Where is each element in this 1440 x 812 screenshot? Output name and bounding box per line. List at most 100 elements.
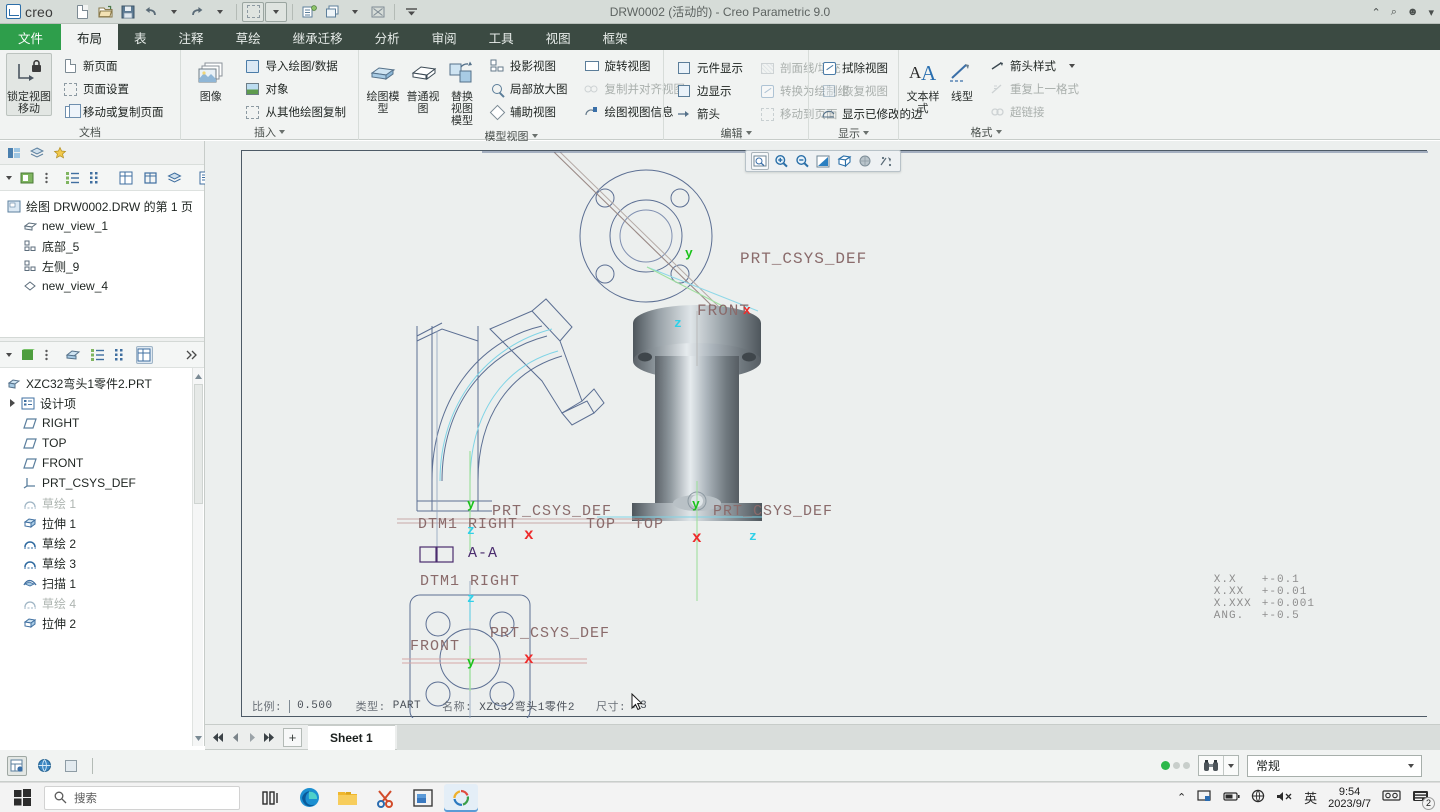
- tab-view[interactable]: 视图: [530, 24, 587, 50]
- tab-layout[interactable]: 布局: [61, 24, 119, 50]
- select-items-button[interactable]: [242, 1, 265, 22]
- customize-qat-button[interactable]: [400, 2, 422, 22]
- model-detail-icon[interactable]: [113, 346, 129, 364]
- part-icon[interactable]: [64, 346, 82, 364]
- annotation-prt-csys-def-3[interactable]: PRT_CSYS_DEF: [713, 503, 833, 520]
- browser-button[interactable]: [34, 756, 54, 776]
- annotation-dtm1-right-2[interactable]: DTM1 RIGHT: [420, 573, 520, 590]
- tree-item-sheet[interactable]: 绘图 DRW0002.DRW 的第 1 页: [0, 196, 204, 216]
- tab-analysis[interactable]: 分析: [359, 24, 416, 50]
- redo-button[interactable]: [186, 2, 208, 22]
- creo-parametric-icon[interactable]: [406, 784, 440, 812]
- redo-dropdown[interactable]: [209, 2, 231, 22]
- tab-file[interactable]: 文件: [0, 24, 62, 50]
- annotation-front-2[interactable]: FRONT: [410, 638, 460, 655]
- close-window-button[interactable]: [367, 2, 389, 22]
- tree-item-top[interactable]: TOP: [0, 433, 204, 453]
- tab-sketch[interactable]: 草绘: [220, 24, 277, 50]
- taskbar-search[interactable]: 搜索: [44, 785, 240, 810]
- volume-muted-icon[interactable]: [1276, 790, 1293, 806]
- zoom-out-button[interactable]: [793, 152, 811, 170]
- window-button[interactable]: [321, 2, 343, 22]
- page-setup-button[interactable]: 页面设置: [56, 78, 170, 100]
- columns-icon[interactable]: [118, 169, 135, 187]
- green-cube-icon[interactable]: [19, 346, 36, 364]
- tree-item-extrude-2[interactable]: 拉伸 2: [0, 613, 204, 633]
- expand-arrow-icon[interactable]: [10, 399, 15, 407]
- chevron-down-icon[interactable]: [1069, 64, 1075, 68]
- undo-dropdown[interactable]: [163, 2, 185, 22]
- combo-dropdown-button[interactable]: [1401, 756, 1421, 776]
- display-style-button[interactable]: [835, 152, 853, 170]
- tree-item-sketch-1[interactable]: 草绘 1: [0, 493, 204, 513]
- tree-item-prt-csys-def[interactable]: PRT_CSYS_DEF: [0, 473, 204, 493]
- ribbon-collapse-icon[interactable]: ⌃: [1372, 6, 1381, 19]
- remote-desktop-icon[interactable]: [1382, 789, 1401, 806]
- drawing-canvas[interactable]: PRT_CSYS_DEF FRONT PRT_CSYS_DEF DTM1 RIG…: [205, 141, 1440, 724]
- input-method-icon[interactable]: 英: [1304, 788, 1317, 807]
- annotation-prt-csys-def-1[interactable]: PRT_CSYS_DEF: [740, 250, 867, 268]
- model-tree-toggle-icon[interactable]: [7, 146, 21, 160]
- copy-from-drawing-button[interactable]: 从其他绘图复制: [239, 101, 353, 123]
- tab-framework[interactable]: 框架: [587, 24, 644, 50]
- tab-annotate[interactable]: 注释: [163, 24, 220, 50]
- arrow-button[interactable]: 箭头: [670, 103, 749, 125]
- scroll-up-icon[interactable]: [193, 370, 204, 382]
- chevron-down-icon[interactable]: [531, 134, 538, 138]
- chevron-down-icon[interactable]: [6, 175, 12, 180]
- edge-browser-icon[interactable]: [292, 784, 326, 812]
- chevron-down-icon[interactable]: [745, 131, 752, 135]
- task-view-icon[interactable]: [254, 784, 288, 812]
- model-more-icon[interactable]: [184, 346, 199, 364]
- regenerate-button[interactable]: [298, 2, 320, 22]
- model-tree[interactable]: XZC32弯头1零件2.PRT 设计项 RIGHT TOP FRONT PRT_…: [0, 368, 204, 746]
- annotation-top-2[interactable]: TOP: [634, 516, 664, 533]
- start-button[interactable]: [0, 783, 44, 812]
- next-sheet-button[interactable]: [245, 728, 260, 746]
- move-copy-page-button[interactable]: 移动或复制页面: [56, 101, 170, 123]
- tree-item-bottom-5[interactable]: 底部_5: [0, 236, 204, 256]
- tree-item-right[interactable]: RIGHT: [0, 413, 204, 433]
- tree-item-left-9[interactable]: 左侧_9: [0, 256, 204, 276]
- tree-item-part[interactable]: XZC32弯头1零件2.PRT: [0, 373, 204, 393]
- tab-inherit-migrate[interactable]: 继承迁移: [277, 24, 359, 50]
- show-hidden-icons-button[interactable]: ⌃: [1177, 791, 1186, 804]
- selection-filter-button[interactable]: [7, 755, 27, 776]
- lock-view-movement-button[interactable]: 锁定视图 移动: [6, 53, 52, 116]
- drawing-model-button[interactable]: 绘图模型: [365, 53, 401, 116]
- line-style-button[interactable]: 线型: [945, 53, 979, 104]
- model-columns-icon[interactable]: [136, 345, 153, 364]
- notifications-button[interactable]: 2: [1412, 789, 1435, 810]
- new-page-button[interactable]: 新页面: [56, 55, 170, 77]
- show-detail-icon[interactable]: [88, 169, 104, 187]
- tab-tools[interactable]: 工具: [473, 24, 530, 50]
- network-icon[interactable]: [1251, 789, 1265, 806]
- save-button[interactable]: [117, 2, 139, 22]
- account-icon[interactable]: ☻: [1407, 6, 1419, 18]
- table-icon[interactable]: [142, 169, 159, 187]
- arrow-style-button[interactable]: 箭头样式: [983, 55, 1085, 77]
- tree-item-extrude-1[interactable]: 拉伸 1: [0, 513, 204, 533]
- tree-item-design-items[interactable]: 设计项: [0, 393, 204, 413]
- find-button[interactable]: [1198, 755, 1239, 776]
- detail-view-button[interactable]: 局部放大图: [483, 78, 574, 100]
- projection-view-button[interactable]: 投影视图: [483, 55, 574, 77]
- window-dropdown[interactable]: [344, 2, 366, 22]
- annotation-prt-csys-def-4[interactable]: PRT_CSYS_DEF: [490, 625, 610, 642]
- repaint-button[interactable]: [814, 152, 832, 170]
- new-file-button[interactable]: [71, 2, 93, 22]
- add-sheet-button[interactable]: +: [283, 727, 302, 747]
- tree-item-new-view-4[interactable]: new_view_4: [0, 276, 204, 296]
- tab-review[interactable]: 审阅: [416, 24, 473, 50]
- file-explorer-icon[interactable]: [330, 784, 364, 812]
- drawing-tree-icon[interactable]: [19, 169, 36, 187]
- drawing-tree[interactable]: 绘图 DRW0002.DRW 的第 1 页 new_view_1 底部_5 左侧…: [0, 191, 204, 337]
- last-sheet-button[interactable]: [262, 728, 277, 746]
- general-view-button[interactable]: 普通视图: [405, 53, 441, 116]
- text-style-button[interactable]: A A 文本样式: [905, 53, 941, 116]
- refit-zoom-button[interactable]: [751, 152, 769, 170]
- show-list-icon[interactable]: [64, 169, 81, 187]
- chevron-down-icon[interactable]: [995, 130, 1002, 134]
- saved-orientations-button[interactable]: [856, 152, 874, 170]
- zoom-in-button[interactable]: [772, 152, 790, 170]
